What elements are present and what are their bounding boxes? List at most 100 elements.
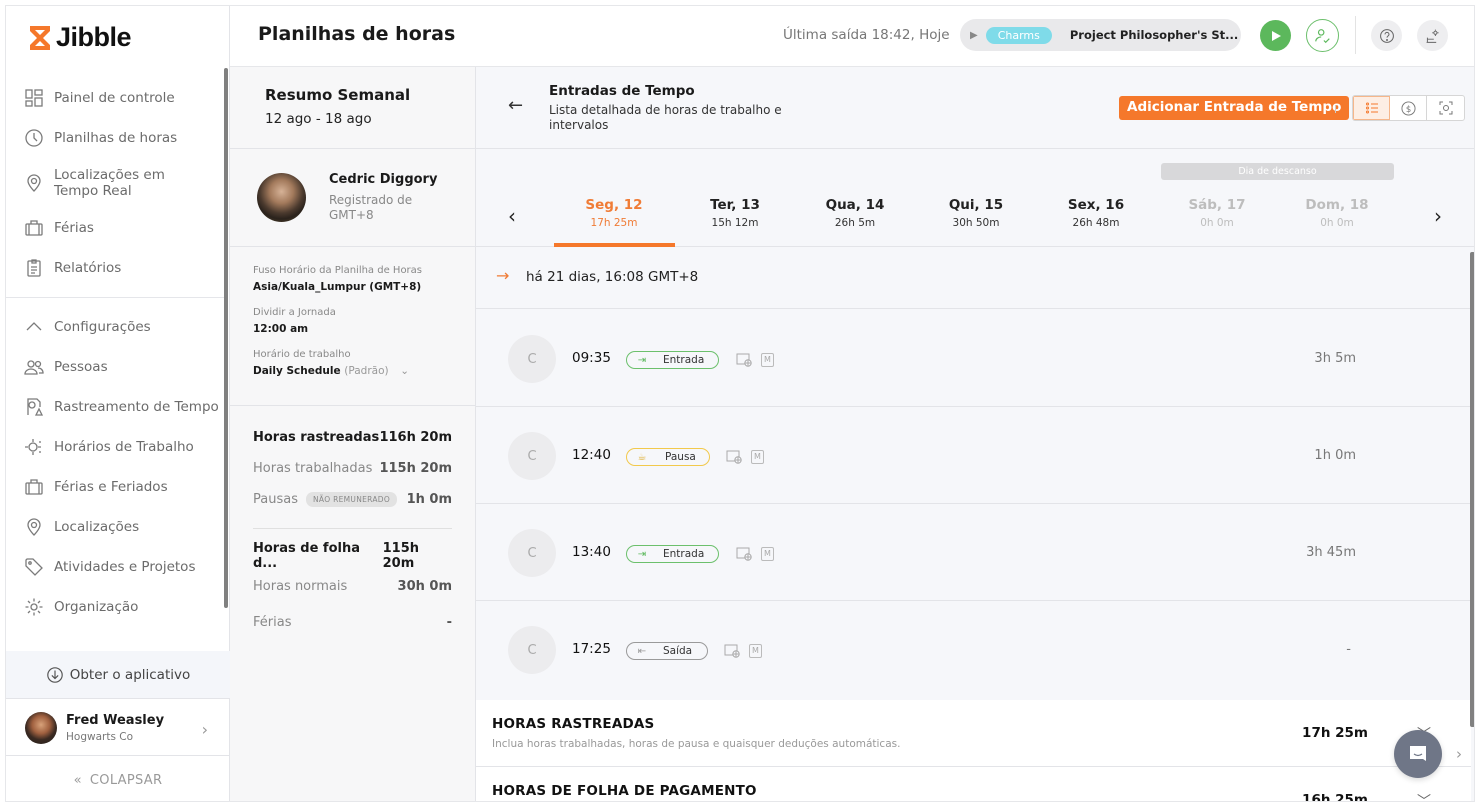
settings-gear-icon	[1426, 29, 1439, 43]
back-arrow-icon[interactable]: ←	[508, 95, 523, 116]
payroll-hours-row: Horas de folha d... 115h 20m	[253, 540, 452, 571]
time-entry-row[interactable]: C 13:40 ⇥ Entrada M 3h 45m	[476, 504, 1471, 601]
help-button[interactable]	[1371, 20, 1402, 51]
jibble-logo[interactable]: Jibble	[28, 22, 132, 53]
next-week-chevron-icon[interactable]: ›	[1434, 204, 1442, 228]
timer-pill[interactable]: ▶ Charms Project Philosopher's St...	[960, 19, 1241, 51]
sidebar-item-live-locations[interactable]: Localizações em Tempo Real	[6, 158, 224, 208]
rest-day-banner: Dia de descanso	[1161, 163, 1394, 180]
sidebar-item-activities-projects[interactable]: Atividades e Projetos	[6, 547, 224, 587]
tracked-hours-section[interactable]: HORAS RASTREADAS Inclua horas trabalhada…	[476, 700, 1471, 767]
get-app-button[interactable]: Obter o aplicativo	[6, 651, 230, 699]
app-window: Jibble Painel de controle Planilhas de h…	[5, 5, 1475, 802]
chat-support-button[interactable]	[1394, 730, 1442, 778]
sidebar-item-time-tracking[interactable]: Rastreamento de Tempo	[6, 387, 224, 427]
time-entry-row[interactable]: C 09:35 ⇥ Entrada M 3h 5m	[476, 310, 1471, 407]
project-name: Project Philosopher's St...	[1069, 28, 1239, 42]
leave-hours-row: Férias -	[253, 607, 452, 638]
tag-icon	[24, 557, 44, 577]
hourglass-logo-icon	[30, 25, 50, 50]
prev-week-chevron-icon[interactable]: ‹	[508, 204, 516, 228]
time-entry-row[interactable]: C 12:40 ☕ Pausa M 1h 0m	[476, 407, 1471, 504]
entry-avatar: C	[508, 626, 556, 674]
chevron-right-icon[interactable]: ›	[1456, 745, 1462, 763]
add-time-entry-button[interactable]: Adicionar Entrada de Tempo	[1119, 96, 1350, 120]
svg-text:$: $	[1405, 103, 1410, 113]
entry-duration: 3h 45m	[1306, 545, 1356, 560]
work-schedule-icon	[24, 437, 44, 457]
sidebar-item-reports[interactable]: Relatórios	[6, 248, 224, 288]
section-value: 16h 25m	[1302, 792, 1368, 802]
clock-in-user-button[interactable]	[1306, 19, 1339, 52]
help-icon	[1379, 28, 1394, 43]
collapse-label: COLAPSAR	[89, 772, 163, 788]
tracked-hours-row: Horas rastreadas 116h 20m	[253, 422, 452, 453]
chevron-down-icon[interactable]: ﹀	[1417, 791, 1431, 801]
day-tab[interactable]: Ter, 13 15h 12m	[675, 197, 795, 229]
user-profile[interactable]: Fred Weasley Hogwarts Co ›	[6, 700, 230, 756]
day-tab[interactable]: Seg, 12 17h 25m	[554, 197, 674, 229]
sidebar-item-leave-holidays[interactable]: Férias e Feriados	[6, 467, 224, 507]
main-scrollbar[interactable]	[1470, 252, 1474, 727]
timesheet-settings: Fuso Horário da Planilha de Horas Asia/K…	[230, 247, 475, 406]
regular-hours-row: Horas normais 30h 0m	[253, 571, 452, 602]
collapse-button[interactable]: « COLAPSAR	[6, 758, 230, 801]
start-timer-button[interactable]	[1260, 20, 1291, 51]
day-hours: 0h 0m	[1320, 217, 1354, 229]
sidebar-scrollbar[interactable]	[224, 68, 228, 608]
double-chevron-left-icon: «	[73, 772, 82, 788]
sidebar-item-label: Organização	[54, 599, 139, 615]
time-entry-row[interactable]: C 17:25 ⇤ Saída M -	[476, 601, 1471, 698]
sidebar-item-label: Painel de controle	[54, 90, 175, 106]
sidebar-settings-toggle[interactable]: Configurações	[6, 307, 224, 347]
day-tab[interactable]: Qui, 15 30h 50m	[916, 197, 1036, 229]
work-schedule-select[interactable]: Daily Schedule (Padrão) ⌄	[253, 365, 475, 377]
day-hours: 26h 48m	[1072, 217, 1120, 229]
day-name: Sáb, 17	[1188, 197, 1246, 213]
sidebar-item-work-schedules[interactable]: Horários de Trabalho	[6, 427, 224, 467]
face-scan-icon	[1439, 101, 1452, 115]
sidebar-item-label: Localizações em Tempo Real	[54, 167, 165, 199]
day-name: Qua, 14	[825, 197, 885, 213]
sidebar-item-label: Férias e Feriados	[54, 479, 168, 495]
settings-button[interactable]	[1417, 20, 1448, 51]
sidebar-item-people[interactable]: Pessoas	[6, 347, 224, 387]
sidebar-item-timesheets[interactable]: Planilhas de horas	[6, 118, 224, 158]
sidebar-item-dashboard[interactable]: Painel de controle	[6, 78, 224, 118]
unpaid-badge: NÃO REMUNERADO	[305, 492, 398, 507]
sidebar-item-leave[interactable]: Férias	[6, 208, 224, 248]
avatar	[25, 711, 57, 744]
user-name: Fred Weasley	[66, 712, 165, 728]
list-view-button[interactable]	[1353, 96, 1390, 120]
row-value: 115h 20m	[382, 540, 420, 571]
sidebar-item-locations[interactable]: Localizações	[6, 507, 224, 547]
work-schedule-default: (Padrão)	[344, 365, 389, 377]
worked-hours-row: Horas trabalhadas 115h 20m	[253, 453, 452, 484]
day-name: Seg, 12	[585, 197, 643, 213]
entry-avatar: C	[508, 335, 556, 383]
photo-view-button[interactable]	[1427, 96, 1464, 120]
row-label: Horas normais	[253, 579, 348, 594]
entry-type: Entrada	[663, 354, 705, 366]
header-divider	[1355, 16, 1356, 54]
day-tab[interactable]: Dom, 18 0h 0m	[1277, 197, 1397, 229]
day-hours: 15h 12m	[711, 217, 759, 229]
row-label: Horas rastreadas	[253, 430, 380, 445]
play-icon	[1271, 30, 1281, 41]
day-tab[interactable]: Sex, 16 26h 48m	[1036, 197, 1156, 229]
entry-duration: 3h 5m	[1314, 351, 1356, 366]
last-out-status: Última saída 18:42, Hoje	[783, 27, 950, 43]
clock-in-icon: ⇥	[637, 548, 647, 560]
split-day-value: 12:00 am	[253, 323, 309, 335]
web-device-icon	[726, 450, 742, 464]
sidebar-item-organization[interactable]: Organização	[6, 587, 224, 627]
cost-view-button[interactable]: $	[1390, 96, 1427, 120]
payroll-hours-section[interactable]: HORAS DE FOLHA DE PAGAMENTO 16h 25m ﹀	[476, 767, 1471, 802]
day-name: Dom, 18	[1305, 197, 1369, 213]
entry-type: Pausa	[665, 451, 696, 463]
chevron-down-icon: ⌄	[400, 365, 410, 377]
day-tab[interactable]: Sáb, 17 0h 0m	[1157, 197, 1277, 229]
location-text: há 21 dias, 16:08 GMT+8	[526, 269, 699, 285]
time-tracking-icon	[24, 397, 44, 417]
day-tab[interactable]: Qua, 14 26h 5m	[795, 197, 915, 229]
